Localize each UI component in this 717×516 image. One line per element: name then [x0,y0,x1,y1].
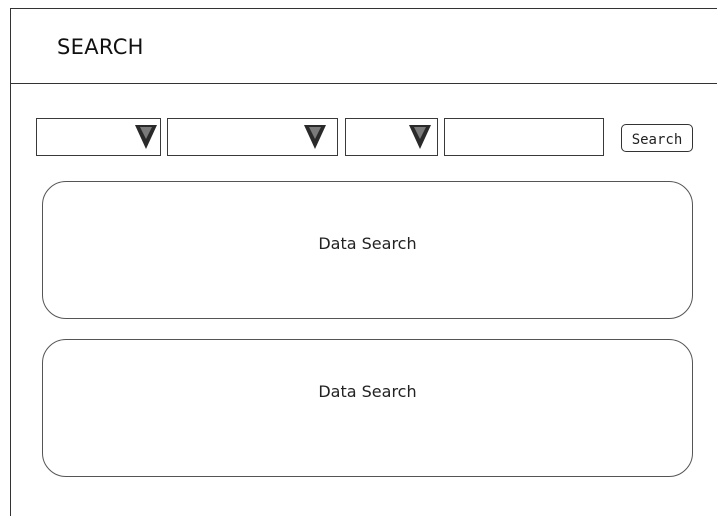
data-search-panel-2[interactable]: Data Search [42,339,693,477]
search-input[interactable] [444,118,604,156]
filter-dropdown-1[interactable] [36,118,161,156]
chevron-down-icon [135,125,157,149]
chevron-down-icon [409,125,431,149]
chevron-down-icon [304,125,326,149]
page-title: SEARCH [57,35,144,59]
data-search-panel-label: Data Search [318,382,417,401]
data-search-panel-1[interactable]: Data Search [42,181,693,319]
search-button[interactable]: Search [621,124,693,152]
page-header: SEARCH [10,8,717,84]
filter-dropdown-2[interactable] [167,118,338,156]
filter-dropdown-3[interactable] [345,118,438,156]
data-search-panel-label: Data Search [318,234,417,253]
